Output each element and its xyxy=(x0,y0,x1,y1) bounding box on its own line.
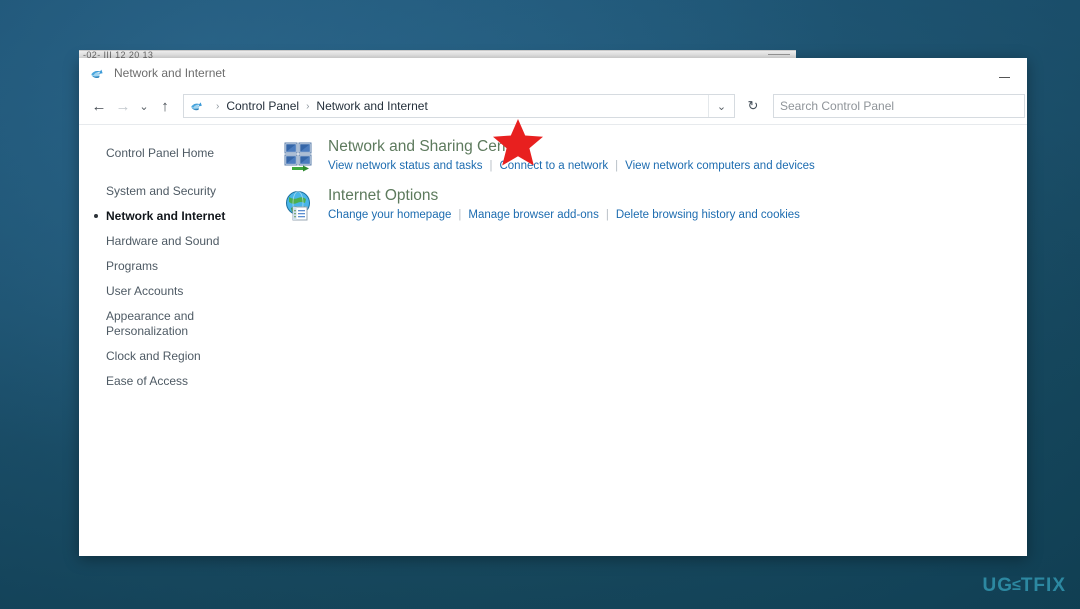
category-body: Network and Sharing Center View network … xyxy=(328,137,1027,174)
sidebar-item-label: Control Panel Home xyxy=(106,146,215,160)
sidebar-item-label: System and Security xyxy=(106,184,217,198)
watermark-right: TFIX xyxy=(1020,575,1066,596)
window-title: Network and Internet xyxy=(114,66,226,80)
forward-button[interactable]: → xyxy=(111,93,135,119)
ugetfix-watermark: UG ≤ TFIX xyxy=(983,575,1066,597)
breadcrumb-separator: › xyxy=(216,100,220,112)
category-internet-options: Internet Options Change your homepage | Ma… xyxy=(283,186,1027,223)
sidebar-item-appearance-and-personalization[interactable]: Appearance and Personalization xyxy=(79,304,268,344)
link-separator: | xyxy=(615,160,619,172)
sidebar-item-label: Hardware and Sound xyxy=(106,234,220,248)
red-star-annotation-icon xyxy=(492,117,544,167)
network-sharing-center-icon xyxy=(283,140,317,174)
sidebar-item-label: Ease of Access xyxy=(106,374,189,388)
sidebar-item-clock-and-region[interactable]: Clock and Region xyxy=(79,344,268,369)
desktop-background: -02- III 12 20 13 Network and Internet ←… xyxy=(0,0,1080,609)
recent-locations-button[interactable]: ⌄ xyxy=(135,93,153,119)
search-input[interactable] xyxy=(774,96,1024,116)
content-area: Network and Sharing Center View network … xyxy=(268,119,1027,556)
watermark-left: UG xyxy=(982,575,1014,596)
up-button[interactable]: ↑ xyxy=(153,93,177,119)
breadcrumb-network-icon xyxy=(189,98,205,114)
sidebar-item-ease-of-access[interactable]: Ease of Access xyxy=(79,369,268,394)
sidebar-item-label: Programs xyxy=(106,259,159,273)
window-titlebar[interactable]: Network and Internet xyxy=(79,58,1027,88)
breadcrumb-item-control-panel[interactable]: Control Panel xyxy=(226,99,299,113)
sidebar-item-system-and-security[interactable]: System and Security xyxy=(79,179,268,204)
breadcrumb-item-network-and-internet[interactable]: Network and Internet xyxy=(316,99,427,113)
category-links: Change your homepage | Manage browser add-… xyxy=(328,208,1027,223)
category-title-link[interactable]: Internet Options xyxy=(328,186,438,206)
control-panel-window: Network and Internet ← → ⌄ ↑ › Control P… xyxy=(79,58,1027,556)
link-separator: | xyxy=(458,209,462,221)
sidebar: Control Panel Home System and Security N… xyxy=(79,125,268,556)
sidebar-item-control-panel-home[interactable]: Control Panel Home xyxy=(79,141,268,166)
network-icon xyxy=(89,65,106,82)
link-view-network-computers-and-devices[interactable]: View network computers and devices xyxy=(625,160,815,172)
sidebar-item-hardware-and-sound[interactable]: Hardware and Sound xyxy=(79,229,268,254)
refresh-button[interactable]: ↻ xyxy=(737,94,769,118)
navigation-bar: ← → ⌄ ↑ › Control Panel › Network and In… xyxy=(79,88,1027,124)
link-delete-browsing-history-and-cookies[interactable]: Delete browsing history and cookies xyxy=(616,209,800,221)
link-change-your-homepage[interactable]: Change your homepage xyxy=(328,209,451,221)
window-body: Control Panel Home System and Security N… xyxy=(79,119,1027,556)
category-network-and-sharing-center: Network and Sharing Center View network … xyxy=(283,137,1027,174)
minimize-icon xyxy=(998,77,1010,78)
background-window-minimize-icon[interactable] xyxy=(768,54,790,55)
link-manage-browser-add-ons[interactable]: Manage browser add-ons xyxy=(468,209,598,221)
sidebar-item-label: Network and Internet xyxy=(106,209,226,223)
sidebar-item-network-and-internet[interactable]: Network and Internet xyxy=(79,204,268,229)
chevron-down-icon[interactable]: ⌄ xyxy=(708,95,734,117)
window-controls xyxy=(981,58,1027,88)
minimize-button[interactable] xyxy=(981,58,1027,88)
category-body: Internet Options Change your homepage | Ma… xyxy=(328,186,1027,223)
address-bar[interactable]: › Control Panel › Network and Internet ⌄ xyxy=(183,94,735,118)
internet-options-icon xyxy=(283,189,317,223)
selected-bullet-icon xyxy=(94,214,98,218)
back-button[interactable]: ← xyxy=(87,93,111,119)
sidebar-item-label: Appearance and Personalization xyxy=(106,309,195,338)
breadcrumb-separator: › xyxy=(306,100,310,112)
sidebar-item-label: User Accounts xyxy=(106,284,184,298)
sidebar-item-programs[interactable]: Programs xyxy=(79,254,268,279)
link-separator: | xyxy=(605,209,609,221)
link-view-network-status-and-tasks[interactable]: View network status and tasks xyxy=(328,160,482,172)
sidebar-item-label: Clock and Region xyxy=(106,349,201,363)
refresh-icon: ↻ xyxy=(747,98,759,113)
search-box[interactable] xyxy=(773,94,1025,118)
sidebar-item-user-accounts[interactable]: User Accounts xyxy=(79,279,268,304)
category-links: View network status and tasks | Connect to… xyxy=(328,159,1027,174)
